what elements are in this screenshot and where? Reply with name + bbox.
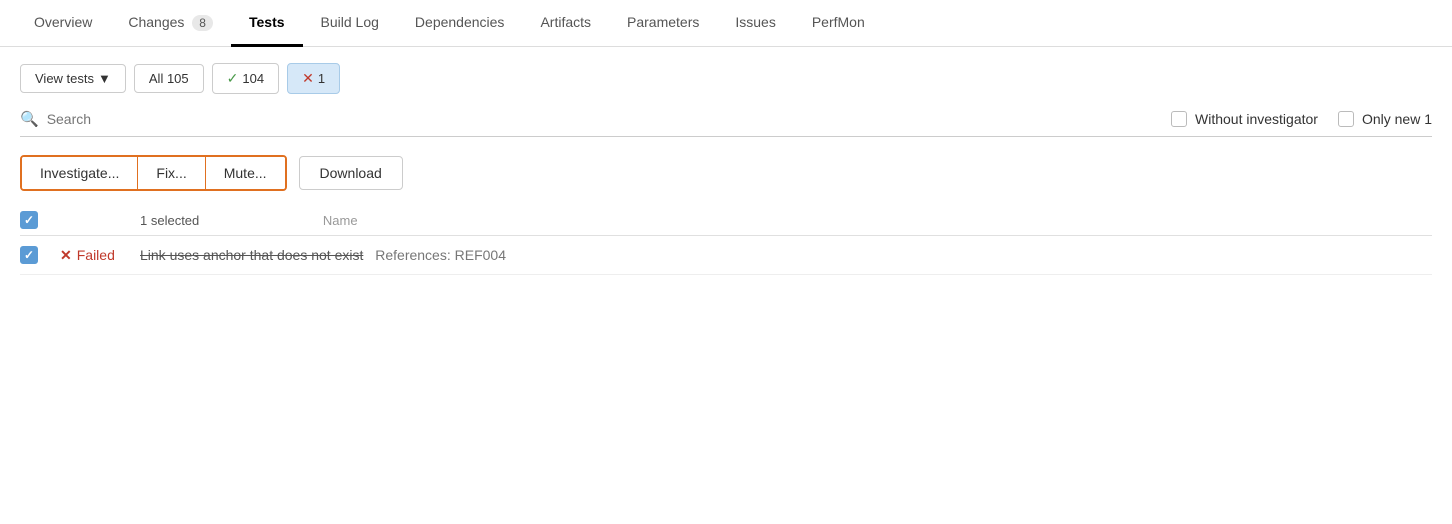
passed-count: 104 <box>242 71 264 86</box>
investigate-label: Investigate... <box>40 165 119 181</box>
investigate-button[interactable]: Investigate... <box>22 157 138 189</box>
row-name-col: Link uses anchor that does not exist Ref… <box>140 247 1432 263</box>
selected-label: 1 selected <box>140 213 199 228</box>
row-check-col: ✓ <box>20 246 60 264</box>
select-all-checkbox[interactable]: ✓ <box>20 211 38 229</box>
tab-changes[interactable]: Changes 8 <box>110 0 231 47</box>
search-icon: 🔍 <box>20 110 39 128</box>
fix-label: Fix... <box>156 165 186 181</box>
tab-changes-badge: 8 <box>192 15 213 31</box>
only-new-checkbox[interactable] <box>1338 111 1354 127</box>
row-status-col: ✕ Failed <box>60 247 140 264</box>
chevron-down-icon: ▼ <box>98 71 111 86</box>
check-icon: ✓ <box>227 70 239 87</box>
search-left: 🔍 <box>20 110 1171 128</box>
row-checkbox[interactable]: ✓ <box>20 246 38 264</box>
search-right: Without investigator Only new 1 <box>1171 111 1432 127</box>
tab-issues[interactable]: Issues <box>717 0 793 47</box>
without-investigator-label[interactable]: Without investigator <box>1171 111 1318 127</box>
only-new-text: Only new 1 <box>1362 111 1432 127</box>
tab-parameters-label: Parameters <box>627 14 699 30</box>
all-tests-button[interactable]: All 105 <box>134 64 204 93</box>
nav-tabs: Overview Changes 8 Tests Build Log Depen… <box>0 0 1452 47</box>
passed-tests-button[interactable]: ✓ 104 <box>212 63 279 94</box>
tab-artifacts-label: Artifacts <box>540 14 591 30</box>
test-name[interactable]: Link uses anchor that does not exist <box>140 247 363 263</box>
tab-build-log[interactable]: Build Log <box>303 0 397 47</box>
all-tests-label: All 105 <box>149 71 189 86</box>
table-header-row: ✓ 1 selected Name <box>20 205 1432 236</box>
search-input[interactable] <box>47 111 347 127</box>
header-name-col: 1 selected Name <box>140 213 1432 228</box>
name-column-label: Name <box>323 213 358 228</box>
download-button[interactable]: Download <box>299 156 403 190</box>
filter-row: View tests ▼ All 105 ✓ 104 ✕ 1 <box>20 63 1432 94</box>
tab-overview[interactable]: Overview <box>16 0 110 47</box>
status-failed-label: Failed <box>77 247 115 263</box>
tab-dependencies[interactable]: Dependencies <box>397 0 523 47</box>
only-new-label[interactable]: Only new 1 <box>1338 111 1432 127</box>
tab-perfmon[interactable]: PerfMon <box>794 0 883 47</box>
tab-overview-label: Overview <box>34 14 92 30</box>
view-tests-button[interactable]: View tests ▼ <box>20 64 126 93</box>
download-label: Download <box>320 165 382 181</box>
tab-parameters[interactable]: Parameters <box>609 0 717 47</box>
mute-label: Mute... <box>224 165 267 181</box>
check-mark-icon: ✓ <box>24 213 34 227</box>
tab-changes-label: Changes <box>128 14 184 30</box>
test-refs: References: REF004 <box>375 247 506 263</box>
table-row: ✓ ✕ Failed Link uses anchor that does no… <box>20 236 1432 275</box>
failed-count: 1 <box>318 71 325 86</box>
tab-tests-label: Tests <box>249 14 285 30</box>
search-row: 🔍 Without investigator Only new 1 <box>20 110 1432 137</box>
without-investigator-text: Without investigator <box>1195 111 1318 127</box>
main-content: View tests ▼ All 105 ✓ 104 ✕ 1 🔍 Without… <box>0 47 1452 291</box>
tab-artifacts[interactable]: Artifacts <box>522 0 609 47</box>
fix-button[interactable]: Fix... <box>138 157 205 189</box>
x-icon: ✕ <box>302 70 314 87</box>
action-row: Investigate... Fix... Mute... Download <box>20 155 1432 191</box>
tab-issues-label: Issues <box>735 14 775 30</box>
failed-tests-button[interactable]: ✕ 1 <box>287 63 340 94</box>
without-investigator-checkbox[interactable] <box>1171 111 1187 127</box>
tab-perfmon-label: PerfMon <box>812 14 865 30</box>
tab-tests[interactable]: Tests <box>231 0 303 47</box>
mute-button[interactable]: Mute... <box>206 157 285 189</box>
tab-build-log-label: Build Log <box>321 14 379 30</box>
tab-dependencies-label: Dependencies <box>415 14 505 30</box>
status-x-icon: ✕ <box>60 247 72 264</box>
action-group: Investigate... Fix... Mute... <box>20 155 287 191</box>
header-check-col: ✓ <box>20 211 60 229</box>
view-tests-label: View tests <box>35 71 94 86</box>
row-check-mark-icon: ✓ <box>24 248 34 262</box>
